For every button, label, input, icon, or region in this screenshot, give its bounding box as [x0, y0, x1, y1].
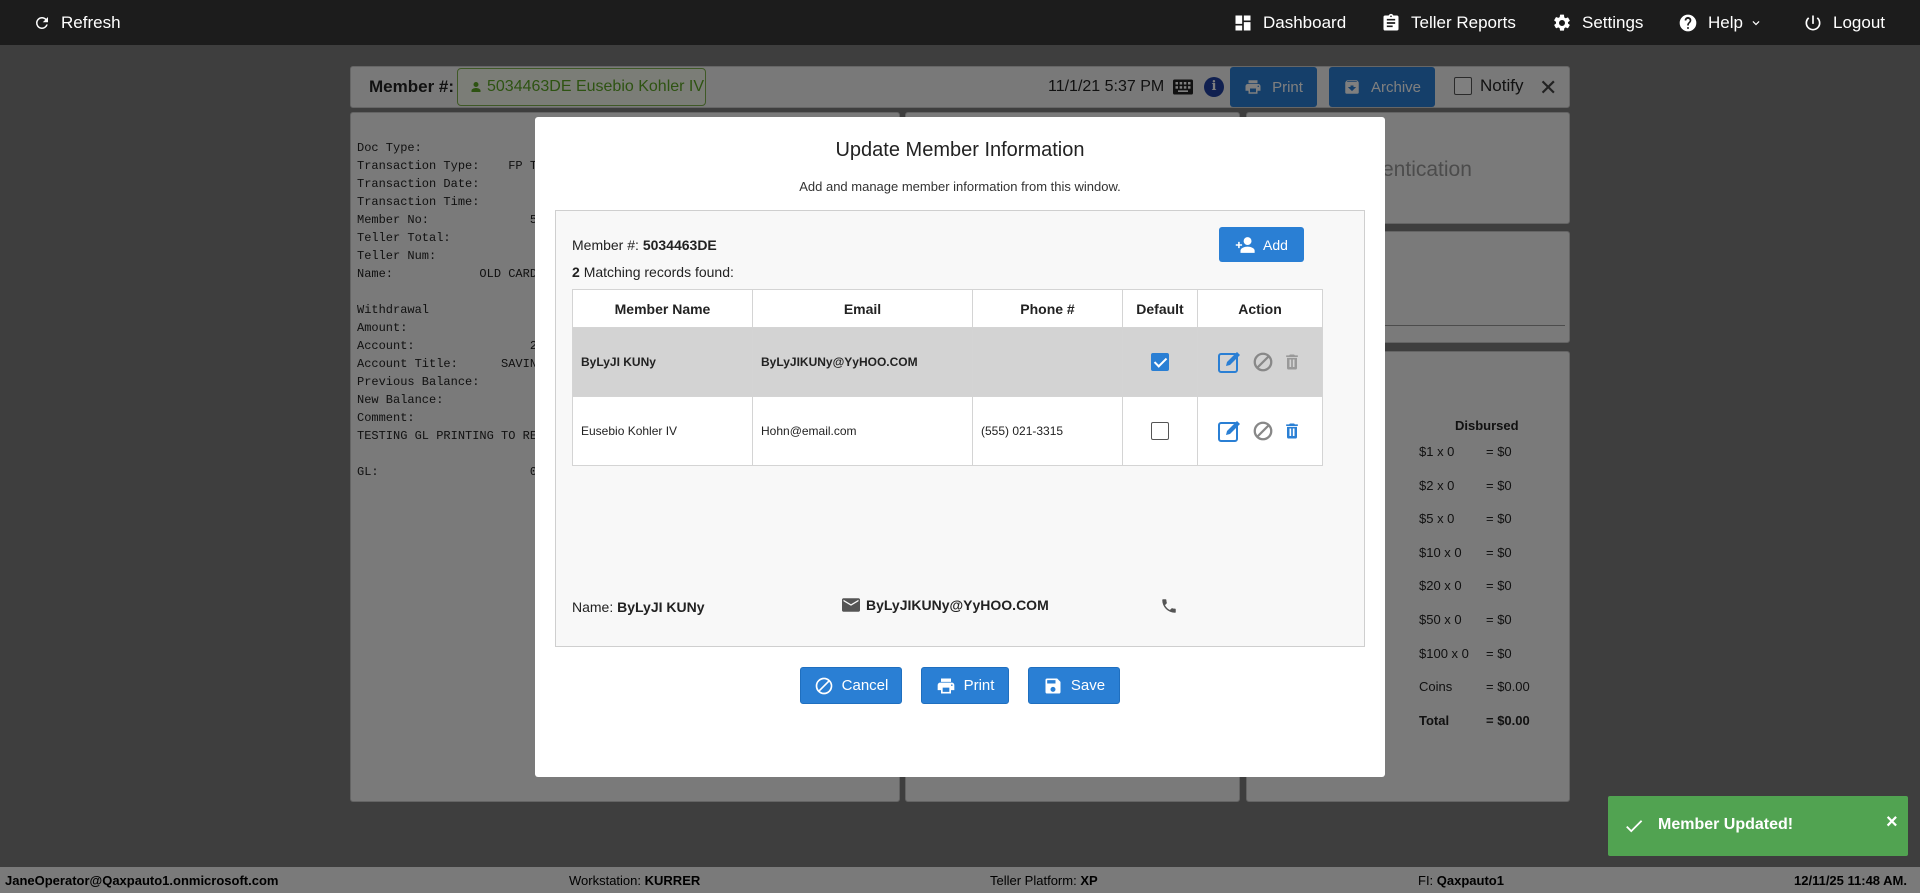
cell-phone: (555) 021-3315: [972, 396, 1123, 466]
help-icon: [1679, 14, 1697, 31]
nav-help[interactable]: Help: [1678, 0, 1763, 45]
chevron-down-icon: [1752, 20, 1760, 25]
detail-name: Name: ByLyJI KUNy: [572, 599, 705, 615]
clipboard-icon: [1383, 13, 1399, 31]
cell-default: [1122, 327, 1198, 397]
edit-icon[interactable]: [1218, 350, 1244, 374]
cell-phone: [972, 327, 1123, 397]
ban-icon[interactable]: [1252, 420, 1274, 442]
fi-value: Qaxpauto1: [1436, 873, 1504, 888]
nav-teller-reports[interactable]: Teller Reports: [1381, 0, 1516, 45]
save-button[interactable]: Save: [1028, 667, 1120, 704]
refresh-icon: [35, 16, 48, 29]
cell-actions: [1197, 327, 1323, 397]
workstation-value: KURRER: [644, 873, 701, 888]
status-platform: Teller Platform: XP: [990, 873, 1098, 888]
status-user: JaneOperator@Qaxpauto1.onmicrosoft.com: [5, 873, 279, 888]
status-bar: JaneOperator@Qaxpauto1.onmicrosoft.com W…: [0, 867, 1920, 893]
edit-icon[interactable]: [1218, 419, 1244, 443]
table-row[interactable]: Eusebio Kohler IV Hohn@email.com (555) 021…: [572, 396, 1323, 466]
trash-icon[interactable]: [1282, 351, 1302, 373]
cell-email: Hohn@email.com: [752, 396, 973, 466]
toast-close-button[interactable]: ×: [1886, 811, 1898, 834]
cancel-button[interactable]: Cancel: [800, 667, 902, 704]
detail-name-label: Name:: [572, 599, 614, 615]
member-number-line: Member #: 5034463DE: [572, 237, 717, 253]
cell-member-name: ByLyJI KUNy: [572, 327, 753, 397]
modal-print-label: Print: [963, 677, 995, 694]
table-body: ByLyJI KUNy ByLyJIKUNy@YyHOO.COM Eusebio K…: [572, 327, 1323, 466]
add-user-icon: [1235, 236, 1255, 253]
nav-logout-label: Logout: [1833, 12, 1885, 32]
add-member-button[interactable]: Add: [1219, 227, 1304, 262]
update-member-modal: Update Member Information Add and manage…: [535, 117, 1385, 777]
cell-actions: [1197, 396, 1323, 466]
phone-icon: [1162, 599, 1176, 613]
modal-print-button[interactable]: Print: [921, 667, 1009, 704]
nav-teller-reports-label: Teller Reports: [1411, 12, 1516, 32]
detail-email-value: ByLyJIKUNy@YyHOO.COM: [866, 597, 1049, 613]
member-number-label: Member #:: [572, 237, 639, 253]
dashboard-icon: [1235, 15, 1251, 30]
cell-default: [1122, 396, 1198, 466]
col-email: Email: [752, 289, 973, 328]
detail-email: ByLyJIKUNy@YyHOO.COM: [842, 597, 1049, 613]
match-text: Matching records found:: [583, 264, 734, 280]
member-number-value: 5034463DE: [642, 237, 717, 253]
nav-settings[interactable]: Settings: [1552, 0, 1643, 45]
workstation-label: Workstation:: [569, 873, 642, 888]
modal-title: Update Member Information: [835, 139, 1085, 161]
status-datetime: 12/11/25 11:48 AM.: [1794, 873, 1907, 888]
trash-icon[interactable]: [1282, 420, 1302, 442]
ban-icon[interactable]: [1252, 351, 1274, 373]
checkmark-icon: [1626, 820, 1643, 833]
match-count: 2: [572, 264, 580, 280]
match-count-line: 2 Matching records found:: [572, 264, 734, 280]
status-fi: FI: Qaxpauto1: [1418, 873, 1504, 888]
table-row[interactable]: ByLyJI KUNy ByLyJIKUNy@YyHOO.COM: [572, 327, 1323, 397]
nav-dashboard-label: Dashboard: [1263, 12, 1347, 32]
add-label: Add: [1263, 236, 1288, 253]
top-nav: Refresh Dashboard Teller Reports Setting…: [0, 0, 1920, 45]
save-label: Save: [1070, 677, 1106, 694]
platform-value: XP: [1080, 873, 1098, 888]
col-action: Action: [1197, 289, 1323, 328]
fi-label: FI:: [1418, 873, 1434, 888]
default-checkbox[interactable]: [1151, 353, 1169, 371]
table-header-row: Member Name Email Phone # Default Action: [572, 289, 1323, 328]
col-default: Default: [1122, 289, 1198, 328]
cell-email: ByLyJIKUNy@YyHOO.COM: [752, 327, 973, 397]
envelope-icon: [842, 598, 860, 612]
power-icon: [1805, 15, 1821, 30]
records-panel: Member #: 5034463DE 2 Matching records f…: [555, 210, 1365, 647]
toast-message: Member Updated!: [1658, 816, 1794, 833]
status-workstation: Workstation: KURRER: [569, 873, 700, 888]
modal-subtitle: Add and manage member information from t…: [799, 179, 1121, 194]
cell-member-name: Eusebio Kohler IV: [572, 396, 753, 466]
platform-label: Teller Platform:: [990, 873, 1077, 888]
floppy-disk-icon: [1045, 678, 1061, 693]
gear-icon: [1554, 14, 1570, 31]
member-records-table: Member Name Email Phone # Default Action…: [572, 289, 1323, 466]
col-member-name: Member Name: [572, 289, 753, 328]
default-checkbox[interactable]: [1151, 422, 1169, 440]
refresh-button[interactable]: Refresh: [33, 0, 121, 45]
detail-name-value: ByLyJI KUNy: [617, 599, 705, 615]
nav-help-label: Help: [1708, 12, 1743, 32]
col-phone: Phone #: [972, 289, 1123, 328]
printer-icon: [937, 678, 954, 693]
nav-logout[interactable]: Logout: [1803, 0, 1885, 45]
success-toast: Member Updated! ×: [1608, 796, 1908, 856]
nav-dashboard[interactable]: Dashboard: [1233, 0, 1346, 45]
cancel-label: Cancel: [841, 677, 889, 694]
nav-settings-label: Settings: [1582, 12, 1644, 32]
ban-icon: [815, 677, 832, 694]
refresh-label: Refresh: [61, 12, 121, 32]
